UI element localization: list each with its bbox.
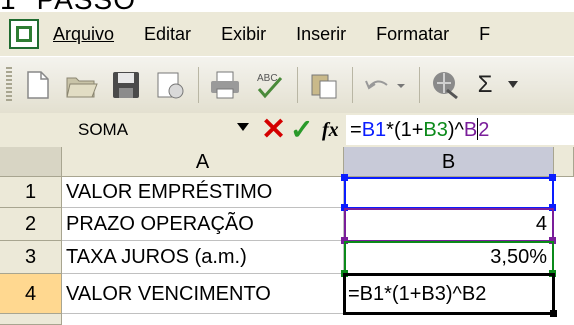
autosum-dropdown-icon[interactable] xyxy=(506,67,520,103)
menu-f[interactable]: F xyxy=(479,24,490,45)
print-icon[interactable] xyxy=(207,67,243,103)
formula-input[interactable]: =B1*(1+B3)^B2 xyxy=(346,115,574,145)
new-document-icon[interactable] xyxy=(20,67,56,103)
spreadsheet-grid: A B 1 VALOR EMPRÉSTIMO 2 PRAZO OPERAÇÃO … xyxy=(0,147,574,325)
row-header-2[interactable]: 2 xyxy=(0,208,62,241)
standard-toolbar: ABC Σ xyxy=(0,56,574,114)
row-header-3[interactable]: 3 xyxy=(0,241,62,274)
ref-handle[interactable] xyxy=(341,174,348,181)
column-header-a[interactable]: A xyxy=(62,147,344,177)
formula-part: = xyxy=(350,119,362,141)
ref-handle[interactable] xyxy=(341,270,348,277)
paste-icon[interactable] xyxy=(306,67,342,103)
row-header-5[interactable] xyxy=(0,314,62,325)
cancel-icon[interactable]: ✕ xyxy=(261,113,286,147)
menu-arquivo-label: Arquivo xyxy=(53,23,115,44)
excel-document-icon[interactable] xyxy=(9,19,39,49)
cell-b1[interactable] xyxy=(344,177,554,208)
save-icon[interactable] xyxy=(108,67,144,103)
permission-icon[interactable] xyxy=(152,67,188,103)
formula-part: )^ xyxy=(447,119,464,141)
cell-a2[interactable]: PRAZO OPERAÇÃO xyxy=(62,208,344,241)
ref-handle[interactable] xyxy=(341,204,348,211)
formula-bar: SOMA ✕ ✓ fx =B1*(1+B3)^B2 xyxy=(0,113,574,147)
name-box-dropdown-icon[interactable] xyxy=(237,123,249,131)
column-header-c[interactable] xyxy=(554,147,574,177)
ref-handle[interactable] xyxy=(549,270,556,277)
select-all-corner[interactable] xyxy=(0,147,62,177)
insert-function-icon[interactable]: fx xyxy=(322,113,339,147)
formula-part: *(1+ xyxy=(386,119,424,141)
spellcheck-icon[interactable]: ABC xyxy=(251,67,287,103)
menu-arquivo[interactable]: Arquivo xyxy=(53,24,114,45)
cell-a3[interactable]: TAXA JUROS (a.m.) xyxy=(62,241,344,274)
menu-editar[interactable]: Editar xyxy=(144,24,191,45)
column-header-b[interactable]: B xyxy=(344,147,554,177)
fill-handle[interactable] xyxy=(550,310,557,317)
toolbar-separator xyxy=(419,67,420,103)
formula-ref-b1: B1 xyxy=(361,119,387,141)
toolbar-grip[interactable] xyxy=(6,67,12,103)
menu-bar: Arquivo Editar Exibir Inserir Formatar F xyxy=(0,12,574,56)
autosum-icon[interactable]: Σ xyxy=(472,67,498,103)
cell-a4[interactable]: VALOR VENCIMENTO xyxy=(62,274,344,314)
toolbar-separator xyxy=(297,67,298,103)
hyperlink-icon[interactable] xyxy=(428,67,464,103)
formula-ref-b2-col: B xyxy=(463,119,478,141)
cell-b3[interactable]: 3,50% xyxy=(344,241,554,274)
ref-handle[interactable] xyxy=(341,237,348,244)
toolbar-separator xyxy=(198,67,199,103)
open-folder-icon[interactable] xyxy=(64,67,100,103)
ref-handle[interactable] xyxy=(549,174,556,181)
svg-text:ABC: ABC xyxy=(257,73,278,84)
formula-ref-b2-row: 2 xyxy=(478,119,490,141)
undo-icon[interactable] xyxy=(361,67,409,103)
menu-formatar[interactable]: Formatar xyxy=(376,24,449,45)
name-box[interactable]: SOMA xyxy=(68,117,238,143)
ref-handle[interactable] xyxy=(549,237,556,244)
menu-inserir[interactable]: Inserir xyxy=(296,24,346,45)
cell-b4[interactable]: =B1*(1+B3)^B2 xyxy=(344,274,554,314)
formula-ref-b3: B3 xyxy=(423,119,448,141)
enter-icon[interactable]: ✓ xyxy=(290,113,313,147)
toolbar-separator xyxy=(352,67,353,103)
menu-exibir[interactable]: Exibir xyxy=(221,24,266,45)
ref-handle[interactable] xyxy=(549,204,556,211)
row-header-1[interactable]: 1 xyxy=(0,177,62,208)
cell-a1[interactable]: VALOR EMPRÉSTIMO xyxy=(62,177,344,208)
row-header-4[interactable]: 4 xyxy=(0,274,62,314)
cell-b2[interactable]: 4 xyxy=(344,208,554,241)
